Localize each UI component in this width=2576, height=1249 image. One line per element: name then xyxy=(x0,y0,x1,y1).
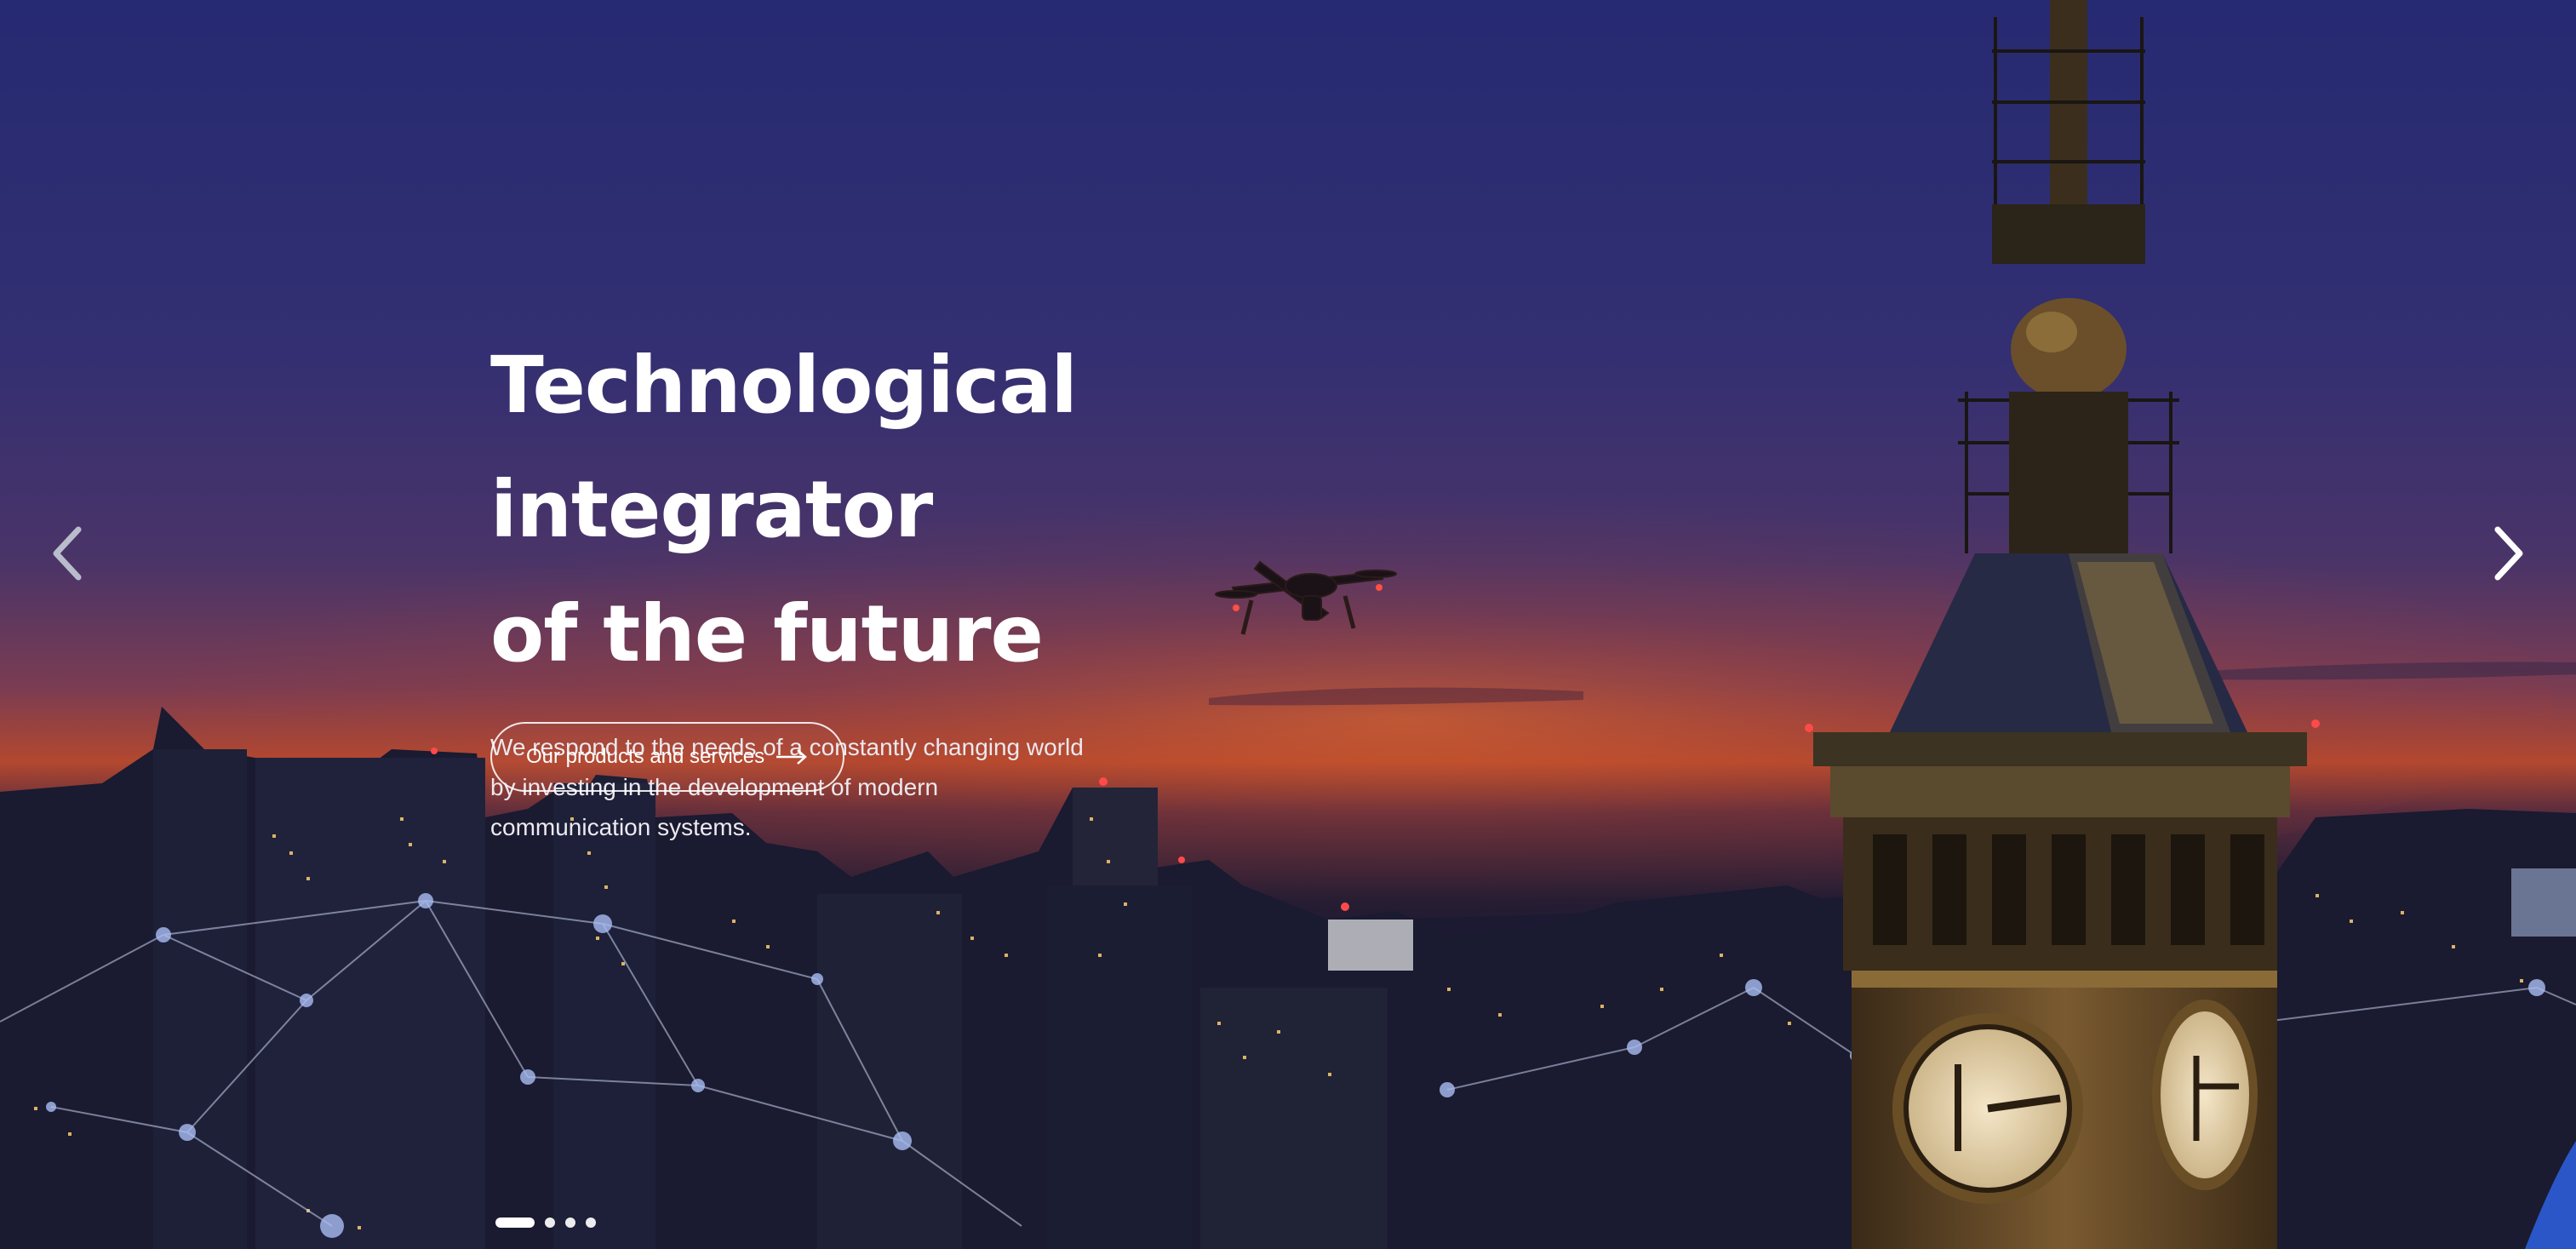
carousel-next-button[interactable] xyxy=(2484,521,2532,586)
hero-description-line: communication systems. xyxy=(490,814,752,840)
carousel-dot[interactable] xyxy=(586,1217,596,1228)
products-services-label: Our products and services xyxy=(525,745,765,768)
carousel-dot[interactable] xyxy=(545,1217,555,1228)
hero-title: Technological integrator of the future xyxy=(490,324,1512,696)
hero-slider: Technological integrator of the future W… xyxy=(0,0,2576,1249)
chevron-left-icon xyxy=(53,526,82,581)
carousel-prev-button[interactable] xyxy=(44,521,92,586)
hero-title-line: of the future xyxy=(490,588,1044,679)
carousel-dot[interactable] xyxy=(565,1217,575,1228)
carousel-pagination xyxy=(495,1215,596,1230)
arrow-right-icon xyxy=(776,749,807,765)
products-services-button[interactable]: Our products and services xyxy=(490,722,844,792)
chevron-right-icon xyxy=(2494,526,2523,581)
carousel-dot[interactable] xyxy=(495,1217,535,1228)
hero-title-line: Technological integrator xyxy=(490,340,1078,555)
